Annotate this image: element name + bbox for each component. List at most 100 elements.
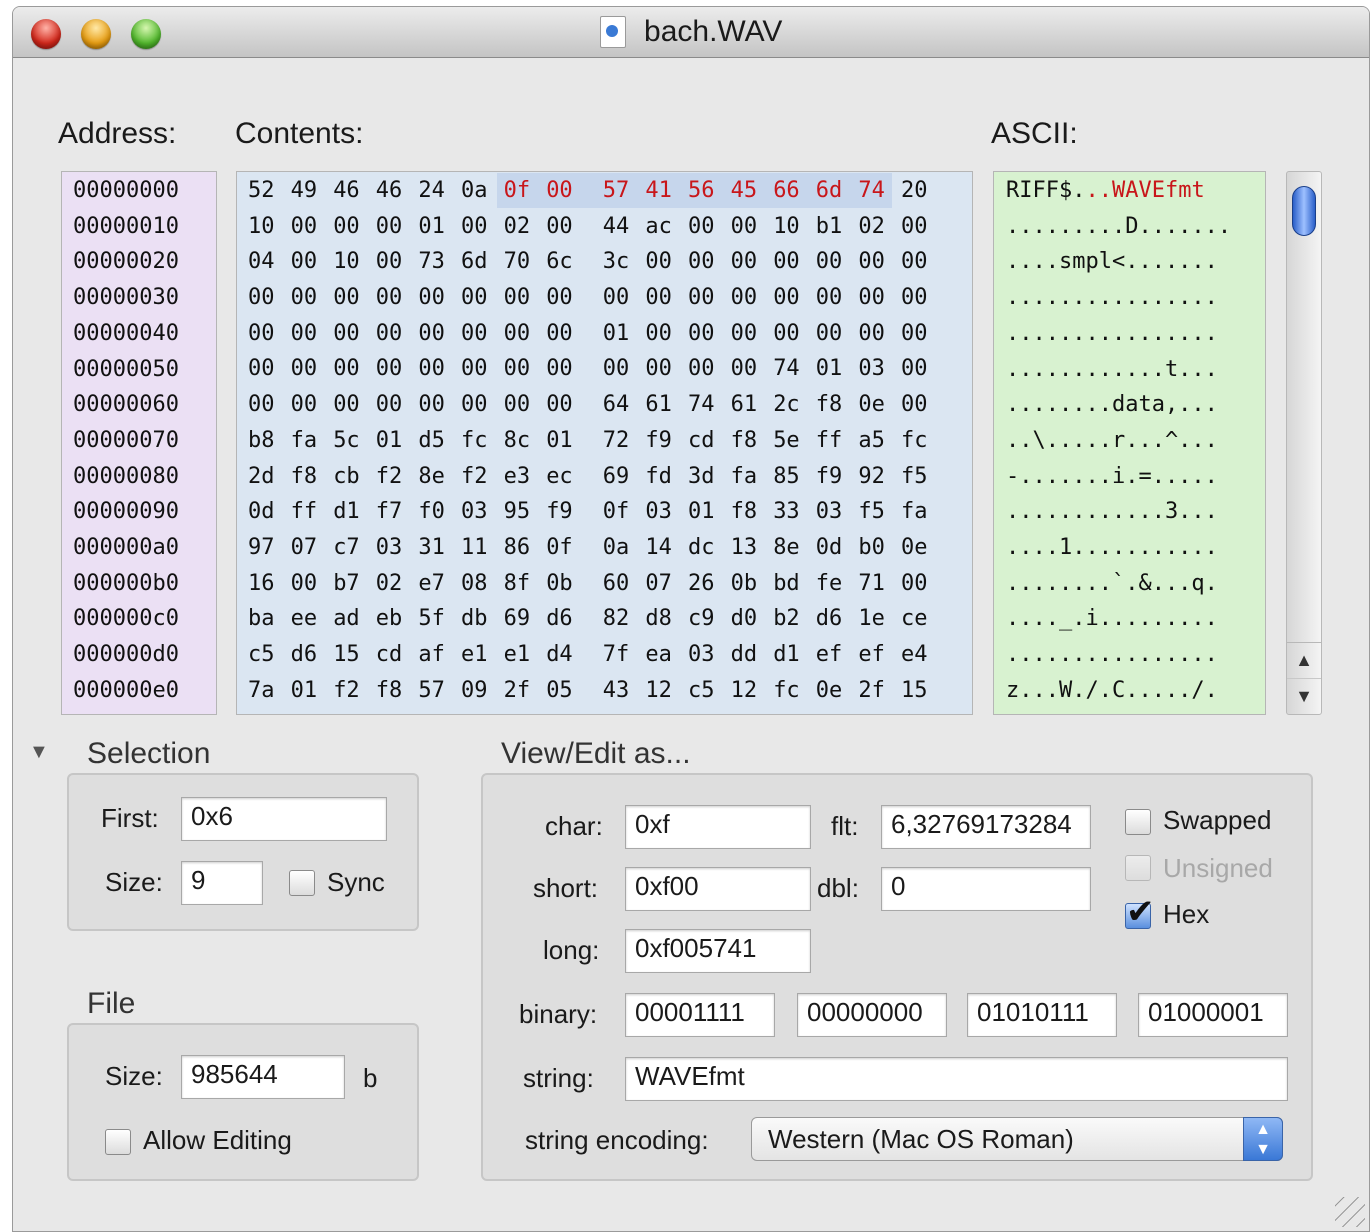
hex-byte[interactable]: 16 [248,566,275,602]
hex-byte[interactable]: 00 [333,351,360,387]
hex-byte[interactable]: 57 [418,673,445,709]
hex-byte[interactable]: f2 [461,459,488,495]
hex-byte[interactable]: 00 [291,387,318,423]
hex-byte[interactable]: 15 [333,637,360,673]
hex-byte[interactable]: 00 [333,316,360,352]
hex-byte[interactable]: b7 [333,566,360,602]
hex-byte[interactable]: 00 [291,316,318,352]
hex-byte[interactable]: 00 [901,209,928,245]
hex-byte[interactable]: 01 [688,494,715,530]
hex-byte[interactable]: 00 [546,209,573,245]
hex-byte[interactable]: 00 [461,387,488,423]
hex-byte[interactable]: 00 [773,280,800,316]
hex-byte[interactable]: 7a [248,673,275,709]
title-bar[interactable]: bach.WAV [13,7,1369,58]
hex-byte[interactable]: 01 [418,209,445,245]
hex-byte[interactable]: f8 [731,494,758,530]
hex-byte[interactable]: 00 [901,244,928,280]
hex-byte[interactable]: 00 [291,280,318,316]
hex-byte[interactable]: f7 [376,494,403,530]
hex-byte[interactable]: 0e [816,673,843,709]
selection-size-field[interactable]: 9 [181,861,263,905]
hex-byte[interactable]: 20 [901,173,928,209]
hex-byte[interactable]: 5c [333,423,360,459]
hex-byte[interactable]: 66 [773,173,800,209]
hex-byte[interactable]: 71 [858,566,885,602]
hex-byte[interactable]: 00 [461,316,488,352]
hex-byte[interactable]: 00 [645,316,672,352]
hex-byte[interactable]: 31 [418,530,445,566]
hex-byte[interactable]: 6d [461,244,488,280]
scroll-thumb[interactable] [1292,186,1316,236]
hex-byte[interactable]: d4 [546,637,573,673]
hex-byte[interactable]: 13 [731,530,758,566]
hex-byte[interactable]: 00 [731,351,758,387]
char-field[interactable]: 0xf [625,805,811,849]
hex-byte[interactable]: 57 [603,173,630,209]
file-size-field[interactable]: 985644 [181,1055,345,1099]
swapped-checkbox[interactable] [1125,809,1151,835]
hex-byte[interactable]: 3c [603,244,630,280]
hex-byte[interactable]: 61 [645,387,672,423]
binary-byte-4-field[interactable]: 01000001 [1138,993,1288,1037]
hex-byte[interactable]: 97 [248,530,275,566]
hex-byte[interactable]: 05 [546,673,573,709]
hex-byte[interactable]: 00 [418,280,445,316]
hex-byte[interactable]: 00 [603,280,630,316]
hex-byte[interactable]: d6 [816,601,843,637]
hex-byte[interactable]: b8 [248,423,275,459]
hex-byte[interactable]: d6 [546,601,573,637]
hex-byte[interactable]: dd [731,637,758,673]
hex-byte[interactable]: 6d [816,173,843,209]
hex-byte[interactable]: f5 [901,459,928,495]
hex-byte[interactable]: 01 [376,423,403,459]
hex-byte[interactable]: 00 [376,209,403,245]
hex-byte[interactable]: ac [645,209,672,245]
hex-byte[interactable]: 74 [773,351,800,387]
hex-byte[interactable]: 69 [603,459,630,495]
hex-byte[interactable]: 64 [603,387,630,423]
hex-byte[interactable]: 0f [546,530,573,566]
hex-byte[interactable]: 00 [418,316,445,352]
hex-byte[interactable]: 00 [688,351,715,387]
hex-byte[interactable]: 00 [461,280,488,316]
hex-byte[interactable]: 09 [461,673,488,709]
hex-byte[interactable]: 00 [376,316,403,352]
binary-byte-3-field[interactable]: 01010111 [967,993,1117,1037]
hex-byte[interactable]: f5 [858,494,885,530]
hex-byte[interactable]: 60 [603,566,630,602]
hex-byte[interactable]: 00 [248,351,275,387]
hex-byte[interactable]: 11 [461,530,488,566]
hex-byte[interactable]: 0e [858,387,885,423]
hex-byte[interactable]: 00 [248,387,275,423]
hex-byte[interactable]: 00 [461,351,488,387]
hex-byte[interactable]: f8 [376,673,403,709]
sync-checkbox[interactable] [289,870,315,896]
hex-byte[interactable]: 8f [504,566,531,602]
hex-byte[interactable]: 03 [688,637,715,673]
hex-byte[interactable]: fa [731,459,758,495]
hex-byte[interactable]: 3d [688,459,715,495]
hex-byte[interactable]: 00 [333,280,360,316]
scroll-up-arrow-icon[interactable]: ▲ [1287,642,1321,677]
hex-byte[interactable]: 10 [333,244,360,280]
hex-byte[interactable]: 00 [858,244,885,280]
hex-contents-column[interactable]: 52 49 46 46 24 0a 0f 00 57 41 56 45 66 6d 74 20 10 00 00 00… [236,171,973,715]
hex-byte[interactable]: 12 [645,673,672,709]
hex-byte[interactable]: 8c [504,423,531,459]
hex-byte[interactable]: cd [688,423,715,459]
hex-byte[interactable]: 00 [645,244,672,280]
scroll-down-arrow-icon[interactable]: ▼ [1287,678,1321,713]
string-encoding-popup[interactable]: Western (Mac OS Roman) ▲ ▼ [751,1117,1283,1161]
hex-byte[interactable]: 0f [603,494,630,530]
hex-byte[interactable]: 00 [645,280,672,316]
hex-byte[interactable]: 00 [688,209,715,245]
hex-byte[interactable]: 44 [603,209,630,245]
hex-byte[interactable]: 0b [731,566,758,602]
hex-byte[interactable]: 01 [816,351,843,387]
hex-byte[interactable]: d0 [731,601,758,637]
hex-byte[interactable]: 00 [418,351,445,387]
hex-byte[interactable]: 10 [248,209,275,245]
hex-byte[interactable]: 00 [688,244,715,280]
hex-byte[interactable]: f9 [645,423,672,459]
